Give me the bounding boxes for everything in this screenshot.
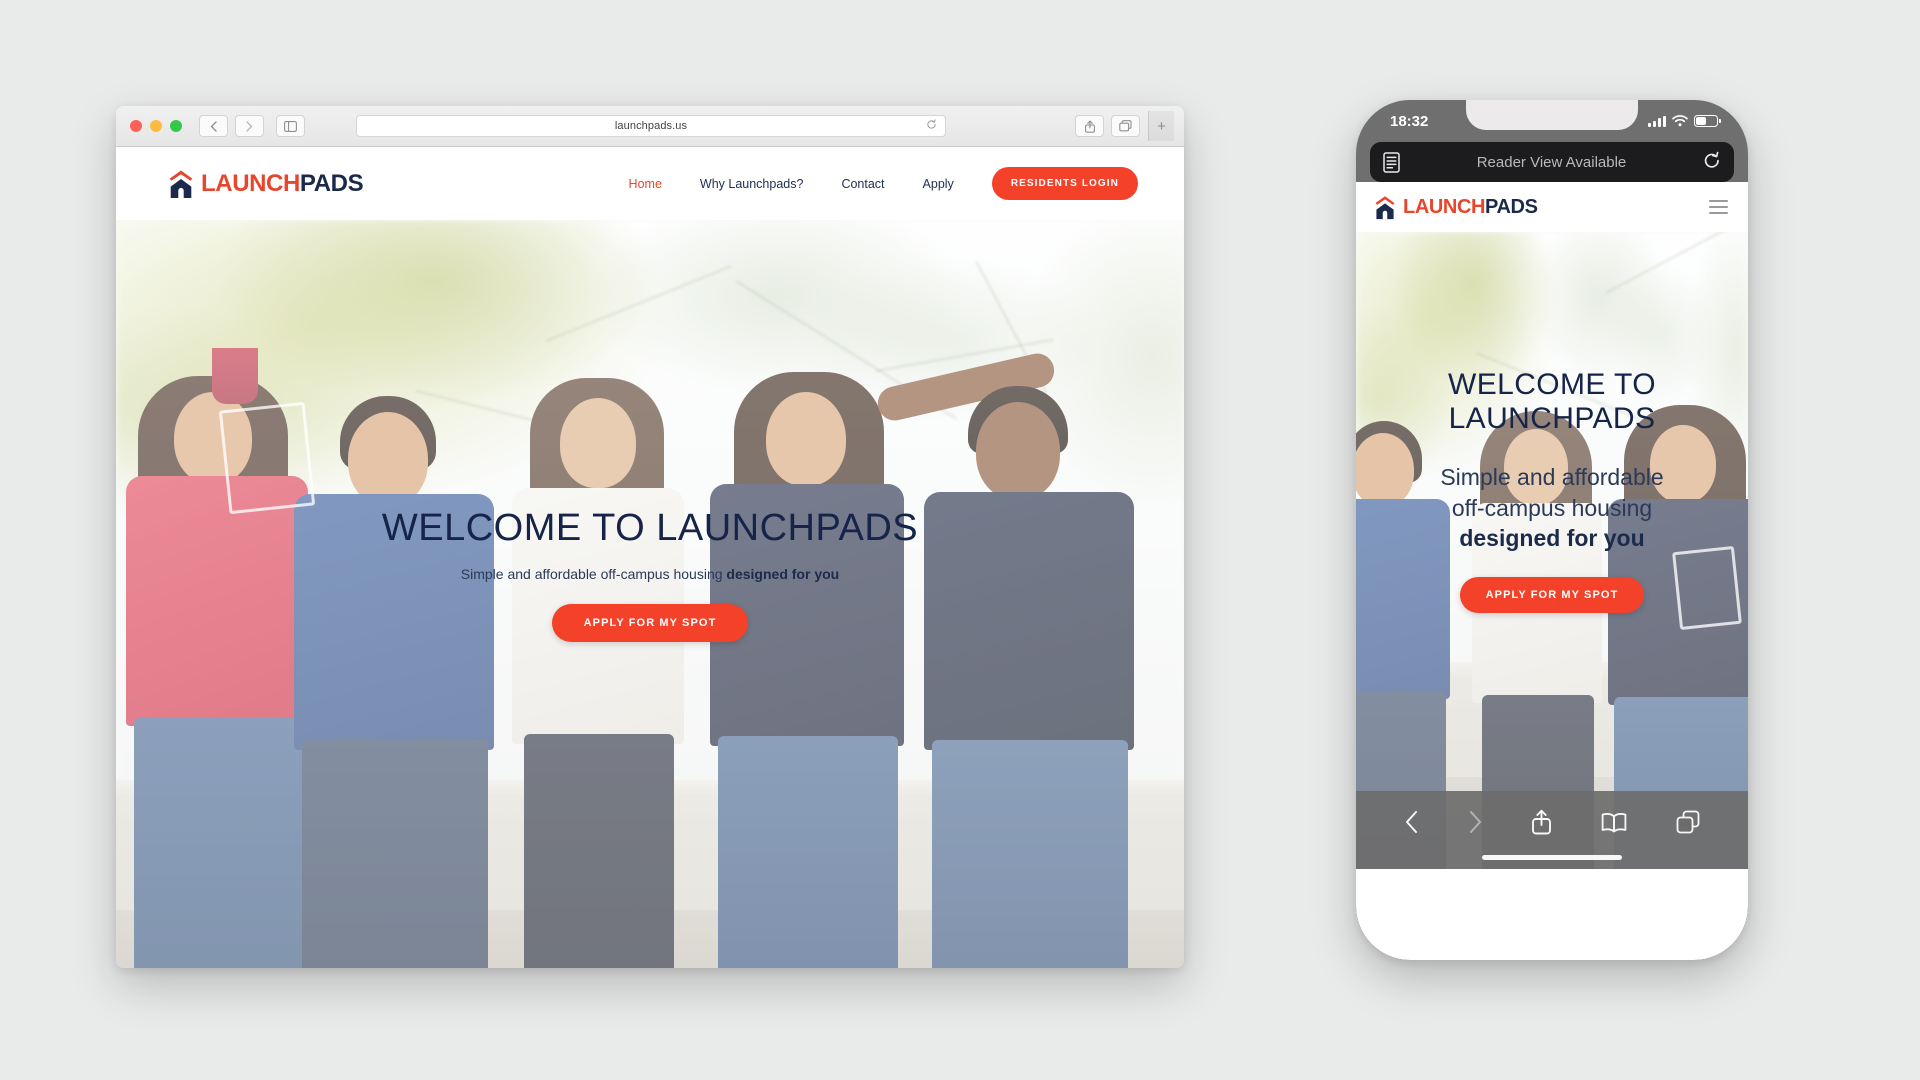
residents-login-button[interactable]: RESIDENTS LOGIN bbox=[991, 167, 1138, 200]
wifi-icon bbox=[1672, 115, 1688, 127]
chevron-right-icon bbox=[246, 120, 253, 132]
home-indicator bbox=[1482, 855, 1622, 860]
show-sidebar-button[interactable] bbox=[276, 115, 305, 137]
sidebar-icon bbox=[284, 120, 297, 132]
mobile-apply-for-my-spot-button[interactable]: APPLY FOR MY SPOT bbox=[1459, 577, 1645, 614]
mobile-browser-toolbar bbox=[1356, 791, 1748, 869]
desktop-browser-window: launchpads.us + LAUNCHPADS Home Why Laun… bbox=[116, 106, 1184, 968]
reader-view-icon bbox=[1383, 151, 1400, 173]
show-tabs-button[interactable] bbox=[1111, 115, 1140, 137]
hero-subtitle-plain: Simple and affordable off-campus housing bbox=[460, 566, 727, 583]
mobile-phone-device: 18:32 Reader View Available LAUNCHPADS W… bbox=[1356, 100, 1748, 960]
mobile-site-header: LAUNCHPADS bbox=[1356, 182, 1748, 232]
phone-notch bbox=[1466, 100, 1638, 130]
nav-item-apply[interactable]: Apply bbox=[923, 177, 954, 191]
back-icon bbox=[1406, 811, 1418, 833]
hero-subtitle-bold: designed for you bbox=[726, 566, 840, 583]
hamburger-menu-icon[interactable] bbox=[1709, 199, 1728, 215]
mobile-site-logo[interactable]: LAUNCHPADS bbox=[1374, 195, 1538, 220]
address-bar[interactable]: launchpads.us bbox=[356, 115, 946, 137]
nav-item-why-launchpads[interactable]: Why Launchpads? bbox=[700, 177, 804, 191]
share-icon bbox=[1084, 120, 1095, 133]
nav-item-contact[interactable]: Contact bbox=[841, 177, 884, 191]
url-text: launchpads.us bbox=[614, 120, 688, 132]
back-button[interactable] bbox=[199, 115, 228, 137]
bookmarks-icon bbox=[1601, 812, 1627, 832]
apply-for-my-spot-button[interactable]: APPLY FOR MY SPOT bbox=[551, 604, 749, 643]
tabs-icon bbox=[1676, 810, 1700, 834]
zoom-window-button[interactable] bbox=[170, 120, 182, 132]
site-logo[interactable]: LAUNCHPADS bbox=[168, 169, 364, 199]
cellular-signal-icon bbox=[1648, 115, 1666, 127]
close-window-button[interactable] bbox=[130, 120, 142, 132]
browser-toolbar-right: + bbox=[1068, 111, 1174, 141]
logo-pads-text: PADS bbox=[299, 169, 364, 197]
mobile-bookmarks-button[interactable] bbox=[1601, 812, 1627, 833]
hero-content: WELCOME TO LAUNCHPADS Simple and afforda… bbox=[116, 220, 1184, 968]
nav-item-home[interactable]: Home bbox=[629, 177, 662, 191]
mobile-logo-pads-text: PADS bbox=[1485, 196, 1538, 218]
new-tab-button[interactable]: + bbox=[1148, 111, 1174, 141]
tabs-icon bbox=[1119, 120, 1132, 132]
mobile-hero-subtitle: Simple and affordable off-campus housing… bbox=[1440, 462, 1663, 553]
status-icons bbox=[1648, 115, 1721, 127]
reload-icon bbox=[1704, 151, 1719, 168]
chevron-left-icon bbox=[210, 120, 217, 132]
mobile-webpage: LAUNCHPADS WELCOME TO LAUNCHPADS Simple … bbox=[1356, 182, 1748, 960]
logo-launch-text: LAUNCH bbox=[201, 169, 300, 197]
mobile-hero-subtitle-line2: off-campus housing bbox=[1451, 494, 1653, 521]
mobile-hero-title-line1: WELCOME TO bbox=[1448, 368, 1656, 401]
phone-status-bar: 18:32 bbox=[1356, 100, 1748, 142]
mobile-hero-content: WELCOME TO LAUNCHPADS Simple and afforda… bbox=[1356, 232, 1748, 869]
battery-icon bbox=[1694, 115, 1721, 127]
mobile-hero-title: WELCOME TO LAUNCHPADS bbox=[1448, 368, 1656, 436]
mobile-share-button[interactable] bbox=[1531, 809, 1552, 835]
mobile-reload-button[interactable] bbox=[1703, 151, 1721, 174]
site-header: LAUNCHPADS Home Why Launchpads? Contact … bbox=[116, 147, 1184, 220]
mobile-hero-section: WELCOME TO LAUNCHPADS Simple and afforda… bbox=[1356, 232, 1748, 869]
house-icon bbox=[1375, 195, 1395, 219]
share-icon bbox=[1532, 809, 1552, 835]
logo-wordmark: LAUNCHPADS bbox=[201, 169, 364, 197]
house-icon bbox=[169, 170, 193, 198]
window-traffic-lights bbox=[130, 120, 182, 132]
forward-icon bbox=[1469, 811, 1481, 833]
reader-view-label: Reader View Available bbox=[1476, 153, 1627, 171]
mobile-logo-launch-text: LAUNCH bbox=[1403, 196, 1486, 218]
phone-screen: 18:32 Reader View Available LAUNCHPADS W… bbox=[1356, 100, 1748, 960]
mobile-tabs-button[interactable] bbox=[1676, 810, 1700, 834]
main-navigation: Home Why Launchpads? Contact Apply RESID… bbox=[629, 167, 1138, 200]
reload-icon bbox=[927, 119, 936, 129]
reload-button[interactable] bbox=[926, 119, 937, 133]
status-clock: 18:32 bbox=[1390, 112, 1429, 130]
minimize-window-button[interactable] bbox=[150, 120, 162, 132]
mobile-forward-button[interactable] bbox=[1468, 810, 1483, 834]
hero-title: WELCOME TO LAUNCHPADS bbox=[381, 507, 919, 549]
forward-button[interactable] bbox=[235, 115, 264, 137]
mobile-hero-subtitle-line1: Simple and affordable bbox=[1440, 464, 1664, 491]
mobile-back-button[interactable] bbox=[1404, 810, 1419, 834]
screenshot-stage: launchpads.us + LAUNCHPADS Home Why Laun… bbox=[0, 0, 1920, 1080]
hero-section: WELCOME TO LAUNCHPADS Simple and afforda… bbox=[116, 220, 1184, 968]
reader-view-banner[interactable]: Reader View Available bbox=[1370, 142, 1734, 182]
hero-subtitle: Simple and affordable off-campus housing… bbox=[461, 566, 839, 582]
mobile-hero-subtitle-bold: designed for you bbox=[1459, 525, 1645, 552]
share-button[interactable] bbox=[1075, 115, 1104, 137]
mobile-logo-wordmark: LAUNCHPADS bbox=[1403, 197, 1538, 217]
browser-toolbar: launchpads.us + bbox=[116, 106, 1184, 147]
mobile-hero-title-line2: LAUNCHPADS bbox=[1448, 402, 1656, 436]
